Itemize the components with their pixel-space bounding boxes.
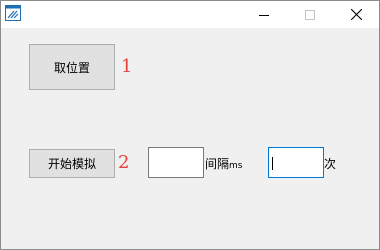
marker-1: 1: [121, 56, 133, 77]
client-area: 取位置 1 开始模拟 2 间隔ms 次: [1, 28, 379, 249]
interval-label: 间隔ms: [205, 155, 242, 172]
close-icon: [350, 5, 362, 24]
interval-label-text: 间隔: [205, 157, 230, 171]
app-window-icon: [5, 5, 21, 21]
text-caret: [272, 157, 273, 170]
count-label: 次: [324, 157, 337, 171]
title-bar[interactable]: [1, 1, 379, 28]
interval-input[interactable]: [148, 147, 204, 178]
app-window: 取位置 1 开始模拟 2 间隔ms 次: [0, 0, 380, 250]
maximize-button[interactable]: [287, 1, 333, 28]
start-simulation-label: 开始模拟: [47, 157, 96, 171]
get-position-label: 取位置: [53, 60, 90, 75]
close-button[interactable]: [333, 1, 379, 28]
interval-unit: ms: [229, 161, 243, 171]
minimize-button[interactable]: [241, 1, 287, 28]
minimize-icon: [259, 5, 269, 24]
maximize-icon: [305, 5, 315, 24]
start-simulation-button[interactable]: 开始模拟: [29, 149, 115, 178]
count-input[interactable]: [268, 147, 324, 178]
get-position-button[interactable]: 取位置: [29, 44, 115, 90]
marker-2: 2: [118, 152, 130, 173]
